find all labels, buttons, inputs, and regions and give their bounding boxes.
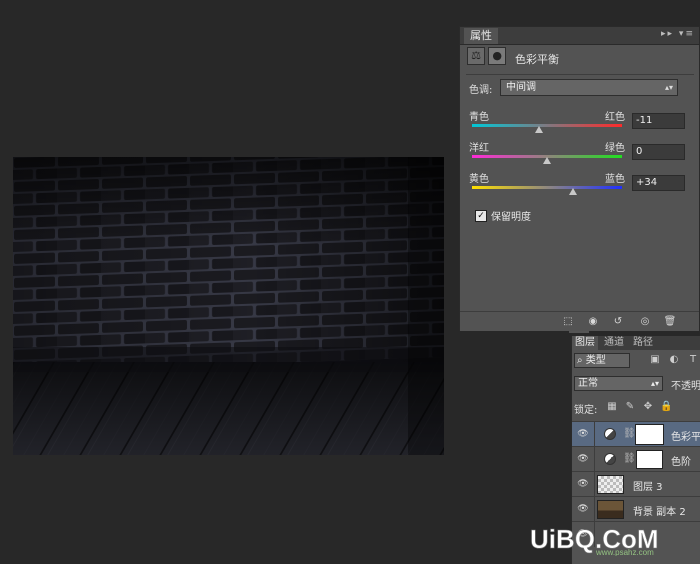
mask-icon[interactable]: ● <box>488 47 507 65</box>
layer-thumbnail <box>597 500 624 519</box>
lock-all-icon[interactable]: 🔒 <box>660 401 672 413</box>
chevron-updown-icon: ▴▾ <box>664 83 673 92</box>
slider-right-label: 绿色 <box>605 143 625 154</box>
layer-name: 图层 3 <box>633 482 663 493</box>
slider-track[interactable] <box>472 186 622 189</box>
slider-value-field[interactable]: +34 <box>632 175 685 191</box>
slider-thumb[interactable] <box>534 126 543 133</box>
properties-footer: ⬚ ◉ ↺ ◎ 🗑 <box>460 311 699 331</box>
layer-name: 色阶 <box>671 457 691 468</box>
slider-value-field[interactable]: 0 <box>632 144 685 160</box>
layer-thumbnail <box>597 475 624 494</box>
layer-row[interactable]: 👁 ⛓ 色彩平 <box>572 421 700 447</box>
layers-tab-bar: 图层 通道 路径 <box>572 336 700 350</box>
layer-row[interactable]: 👁 ⛓ 色阶 <box>572 446 700 472</box>
blend-mode-row: 正常 ▴▾ 不透明 <box>574 376 700 392</box>
check-icon[interactable]: ✓ <box>475 209 487 222</box>
tab-properties[interactable]: 属性 <box>464 28 498 44</box>
chevron-updown-icon: ▴▾ <box>650 379 659 388</box>
search-icon: ⌕ <box>577 355 583 366</box>
adjustment-layer-icon <box>604 453 616 465</box>
slider-thumb[interactable] <box>543 157 551 164</box>
preserve-luminosity-label: 保留明度 <box>491 212 531 223</box>
clip-to-layer-icon[interactable]: ⬚ <box>560 315 576 328</box>
image-filter-icon[interactable]: ▣ <box>649 354 661 366</box>
tone-label: 色调: <box>469 85 493 96</box>
lock-row: 锁定: ▦ ✎ ✥ 🔒 <box>574 400 700 416</box>
link-icon[interactable]: ⛓ <box>623 428 636 439</box>
layer-name: 背景 副本 2 <box>633 507 686 518</box>
layer-row[interactable]: 👁 图层 3 <box>572 471 700 497</box>
tone-select[interactable]: 中间调 ▴▾ <box>500 79 678 96</box>
properties-panel: 属性 ▸▸ ▾≡ ⚖ ● 色彩平衡 色调: 中间调 ▴▾ 青色 红色 -11 洋… <box>459 26 700 331</box>
lock-image-icon[interactable]: ✎ <box>624 401 636 413</box>
watermark-graphic: UiBQ.CoM www.psahz.com <box>530 524 659 557</box>
visibility-eye-icon[interactable]: ◎ <box>637 315 653 328</box>
reset-icon[interactable]: ↺ <box>610 315 626 328</box>
lock-transparency-icon[interactable]: ▦ <box>606 401 618 413</box>
view-previous-icon[interactable]: ◉ <box>585 315 601 328</box>
layer-filter-row: ⌕ 类型 ▣ ◐ T <box>574 353 700 369</box>
blend-mode-select[interactable]: 正常 ▴▾ <box>574 376 663 391</box>
tab-layers[interactable]: 图层 <box>572 336 598 350</box>
yellow-blue-slider: 黄色 蓝色 +34 <box>469 170 694 204</box>
adjustment-filter-icon[interactable]: ◐ <box>668 354 680 366</box>
blend-mode-value: 正常 <box>578 378 598 389</box>
type-filter-icon[interactable]: T <box>687 354 699 366</box>
color-balance-icon: ⚖ <box>467 47 485 65</box>
layer-filter-value: 类型 <box>585 355 606 366</box>
watermark-logo: UiBQ.CoM www.psahz.com <box>528 522 696 557</box>
divider <box>594 447 595 472</box>
tone-select-value: 中间调 <box>506 82 536 93</box>
adjustment-header: ⚖ ● <box>467 47 697 71</box>
link-icon[interactable]: ⛓ <box>623 453 636 464</box>
eye-icon[interactable]: 👁 <box>577 479 589 489</box>
document-canvas[interactable] <box>13 157 444 455</box>
layer-mask-thumbnail[interactable] <box>635 424 664 445</box>
slider-left-label: 青色 <box>469 112 489 123</box>
divider <box>594 472 595 497</box>
tab-paths[interactable]: 路径 <box>630 336 656 350</box>
slider-left-label: 黄色 <box>469 174 489 185</box>
layer-row[interactable]: 👁 背景 副本 2 <box>572 496 700 522</box>
tab-channels[interactable]: 通道 <box>601 336 627 350</box>
slider-right-label: 蓝色 <box>605 174 625 185</box>
divider <box>466 74 694 75</box>
layer-mask-thumbnail[interactable] <box>636 450 663 469</box>
opacity-label: 不透明 <box>671 381 700 392</box>
cyan-red-slider: 青色 红色 -11 <box>469 108 694 142</box>
eye-icon[interactable]: 👁 <box>577 429 589 439</box>
preserve-luminosity-checkbox[interactable]: ✓ 保留明度 <box>475 208 531 223</box>
panel-menu-icon[interactable]: ▸▸ ▾≡ <box>661 29 695 39</box>
magenta-green-slider: 洋红 绿色 0 <box>469 139 694 173</box>
divider <box>594 422 595 447</box>
eye-icon[interactable]: 👁 <box>577 504 589 514</box>
slider-value-field[interactable]: -11 <box>632 113 685 129</box>
slider-track[interactable] <box>472 124 622 127</box>
slider-left-label: 洋红 <box>469 143 489 154</box>
slider-right-label: 红色 <box>605 112 625 123</box>
panel-resize-handle[interactable] <box>569 331 589 333</box>
adjustment-layer-icon <box>604 428 616 440</box>
eye-icon[interactable]: 👁 <box>577 454 589 464</box>
properties-tab-bar: 属性 ▸▸ ▾≡ <box>460 27 699 45</box>
lock-position-icon[interactable]: ✥ <box>642 401 654 413</box>
lock-label: 锁定: <box>574 405 598 416</box>
adjustment-title: 色彩平衡 <box>515 53 559 66</box>
layer-name: 色彩平 <box>671 432 700 443</box>
layer-filter-select[interactable]: ⌕ 类型 <box>574 353 630 368</box>
brick-wall-image <box>13 157 444 455</box>
watermark-subtext: www.psahz.com <box>595 548 654 556</box>
slider-thumb[interactable] <box>568 188 577 195</box>
divider <box>594 497 595 522</box>
trash-icon[interactable]: 🗑 <box>662 315 678 328</box>
